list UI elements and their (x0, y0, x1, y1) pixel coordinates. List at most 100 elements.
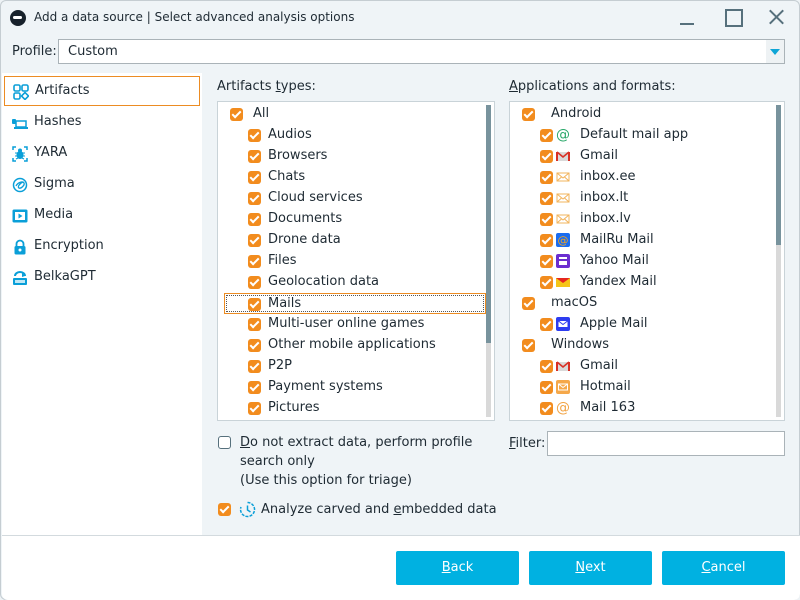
item-checkbox[interactable] (540, 150, 553, 163)
list-item[interactable]: Documents (218, 209, 486, 230)
sidebar-item-belkagpt[interactable]: BelkaGPT (4, 263, 200, 293)
applications-scrollbar[interactable] (776, 105, 781, 417)
item-checkbox[interactable] (540, 255, 553, 268)
item-checkbox[interactable] (540, 129, 553, 142)
list-item[interactable]: Audios (218, 125, 486, 146)
hotmail-icon (556, 380, 570, 394)
item-checkbox[interactable] (248, 381, 261, 394)
item-checkbox[interactable] (540, 171, 553, 184)
item-checkbox[interactable] (248, 298, 261, 311)
list-item[interactable]: Yandex Mail (510, 272, 778, 293)
item-checkbox[interactable] (522, 297, 535, 310)
sidebar-item-encryption[interactable]: Encryption (4, 232, 200, 262)
item-label: inbox.ee (580, 169, 636, 184)
item-checkbox[interactable] (540, 276, 553, 289)
cancel-button[interactable]: Cancel (662, 551, 785, 585)
item-label: Other mobile applications (268, 337, 436, 352)
item-checkbox[interactable] (248, 360, 261, 373)
item-checkbox[interactable] (248, 276, 261, 289)
next-button[interactable]: Next (529, 551, 652, 585)
item-checkbox[interactable] (540, 192, 553, 205)
maximize-button[interactable] (717, 5, 747, 29)
list-item[interactable]: Hotmail (510, 377, 778, 398)
item-checkbox[interactable] (540, 213, 553, 226)
item-label: Gmail (580, 148, 618, 163)
item-label: macOS (551, 295, 598, 310)
minimize-button[interactable] (673, 5, 703, 29)
list-item[interactable]: Yahoo Mail (510, 251, 778, 272)
list-item[interactable]: macOS (510, 293, 778, 314)
list-item[interactable]: Pictures (218, 398, 486, 419)
sidebar-item-hashes[interactable]: Hashes (4, 108, 200, 138)
analyze-carved-checkbox[interactable] (218, 503, 231, 516)
back-button[interactable]: Back (396, 551, 519, 585)
sidebar-item-label: Artifacts (35, 83, 90, 98)
list-item[interactable]: Chats (218, 167, 486, 188)
item-checkbox[interactable] (248, 339, 261, 352)
list-item[interactable]: Geolocation data (218, 272, 486, 293)
item-label: Apple Mail (580, 316, 648, 331)
close-button[interactable] (761, 5, 791, 29)
applications-formats-list[interactable]: Android @ Default mail app Gmail inbox.ee inb… (509, 101, 785, 421)
item-checkbox[interactable] (248, 255, 261, 268)
filter-input[interactable] (547, 431, 785, 456)
list-item[interactable]: Cloud services (218, 188, 486, 209)
list-item[interactable]: Files (218, 251, 486, 272)
list-item[interactable]: Browsers (218, 146, 486, 167)
profile-dropdown[interactable]: Custom (58, 39, 785, 64)
list-item[interactable]: Gmail (510, 146, 778, 167)
list-item[interactable]: Windows (510, 335, 778, 356)
item-label: Gmail (580, 358, 618, 373)
item-checkbox[interactable] (248, 213, 261, 226)
hashes-icon (12, 119, 28, 129)
sidebar-item-label: Sigma (34, 176, 75, 191)
item-checkbox[interactable] (248, 318, 261, 331)
item-checkbox[interactable] (248, 192, 261, 205)
item-checkbox[interactable] (540, 234, 553, 247)
item-checkbox[interactable] (248, 171, 261, 184)
list-item[interactable]: Mails (224, 293, 486, 314)
item-checkbox[interactable] (540, 402, 553, 415)
chevron-down-icon[interactable] (766, 40, 784, 63)
list-item[interactable]: P2P (218, 356, 486, 377)
list-item[interactable]: @ MailRu Mail (510, 230, 778, 251)
item-checkbox[interactable] (248, 402, 261, 415)
sidebar-item-sigma[interactable]: Sigma (4, 170, 200, 200)
title-bar: Add a data source | Select advanced anal… (1, 1, 799, 35)
list-item[interactable]: Gmail (510, 356, 778, 377)
item-checkbox[interactable] (540, 381, 553, 394)
item-label: inbox.lv (580, 211, 631, 226)
item-checkbox[interactable] (248, 129, 261, 142)
list-item[interactable]: inbox.lt (510, 188, 778, 209)
artifacts-scrollbar[interactable] (486, 105, 491, 417)
list-item[interactable]: Apple Mail (510, 314, 778, 335)
item-checkbox[interactable] (230, 108, 243, 121)
list-item[interactable]: inbox.ee (510, 167, 778, 188)
list-item[interactable]: Payment systems (218, 377, 486, 398)
list-item[interactable]: Drone data (218, 230, 486, 251)
list-item[interactable]: inbox.lv (510, 209, 778, 230)
item-checkbox[interactable] (248, 150, 261, 163)
gmail-icon (556, 149, 570, 163)
artifacts-scroll-thumb[interactable] (486, 105, 491, 343)
list-item[interactable]: Other mobile applications (218, 335, 486, 356)
sidebar: Artifacts Hashes YARA Sigma Media Encryp… (2, 73, 202, 535)
sidebar-item-yara[interactable]: YARA (4, 139, 200, 169)
list-item[interactable]: Android (510, 104, 778, 125)
sidebar-item-artifacts[interactable]: Artifacts (4, 76, 200, 106)
item-checkbox[interactable] (522, 108, 535, 121)
list-item[interactable]: @ Default mail app (510, 125, 778, 146)
no-extract-checkbox[interactable] (218, 436, 231, 449)
item-checkbox[interactable] (248, 234, 261, 247)
list-item[interactable]: Multi-user online games (218, 314, 486, 335)
item-checkbox[interactable] (540, 360, 553, 373)
applications-formats-label: Applications and formats: (509, 79, 676, 94)
window-title: Add a data source | Select advanced anal… (34, 10, 355, 24)
list-item[interactable]: All (218, 104, 486, 125)
item-checkbox[interactable] (540, 318, 553, 331)
item-checkbox[interactable] (522, 339, 535, 352)
artifacts-types-list[interactable]: All Audios Browsers Chats Cloud services Docu… (217, 101, 495, 421)
applications-scroll-thumb[interactable] (776, 105, 781, 245)
list-item[interactable]: @ Mail 163 (510, 398, 778, 419)
sidebar-item-media[interactable]: Media (4, 201, 200, 231)
